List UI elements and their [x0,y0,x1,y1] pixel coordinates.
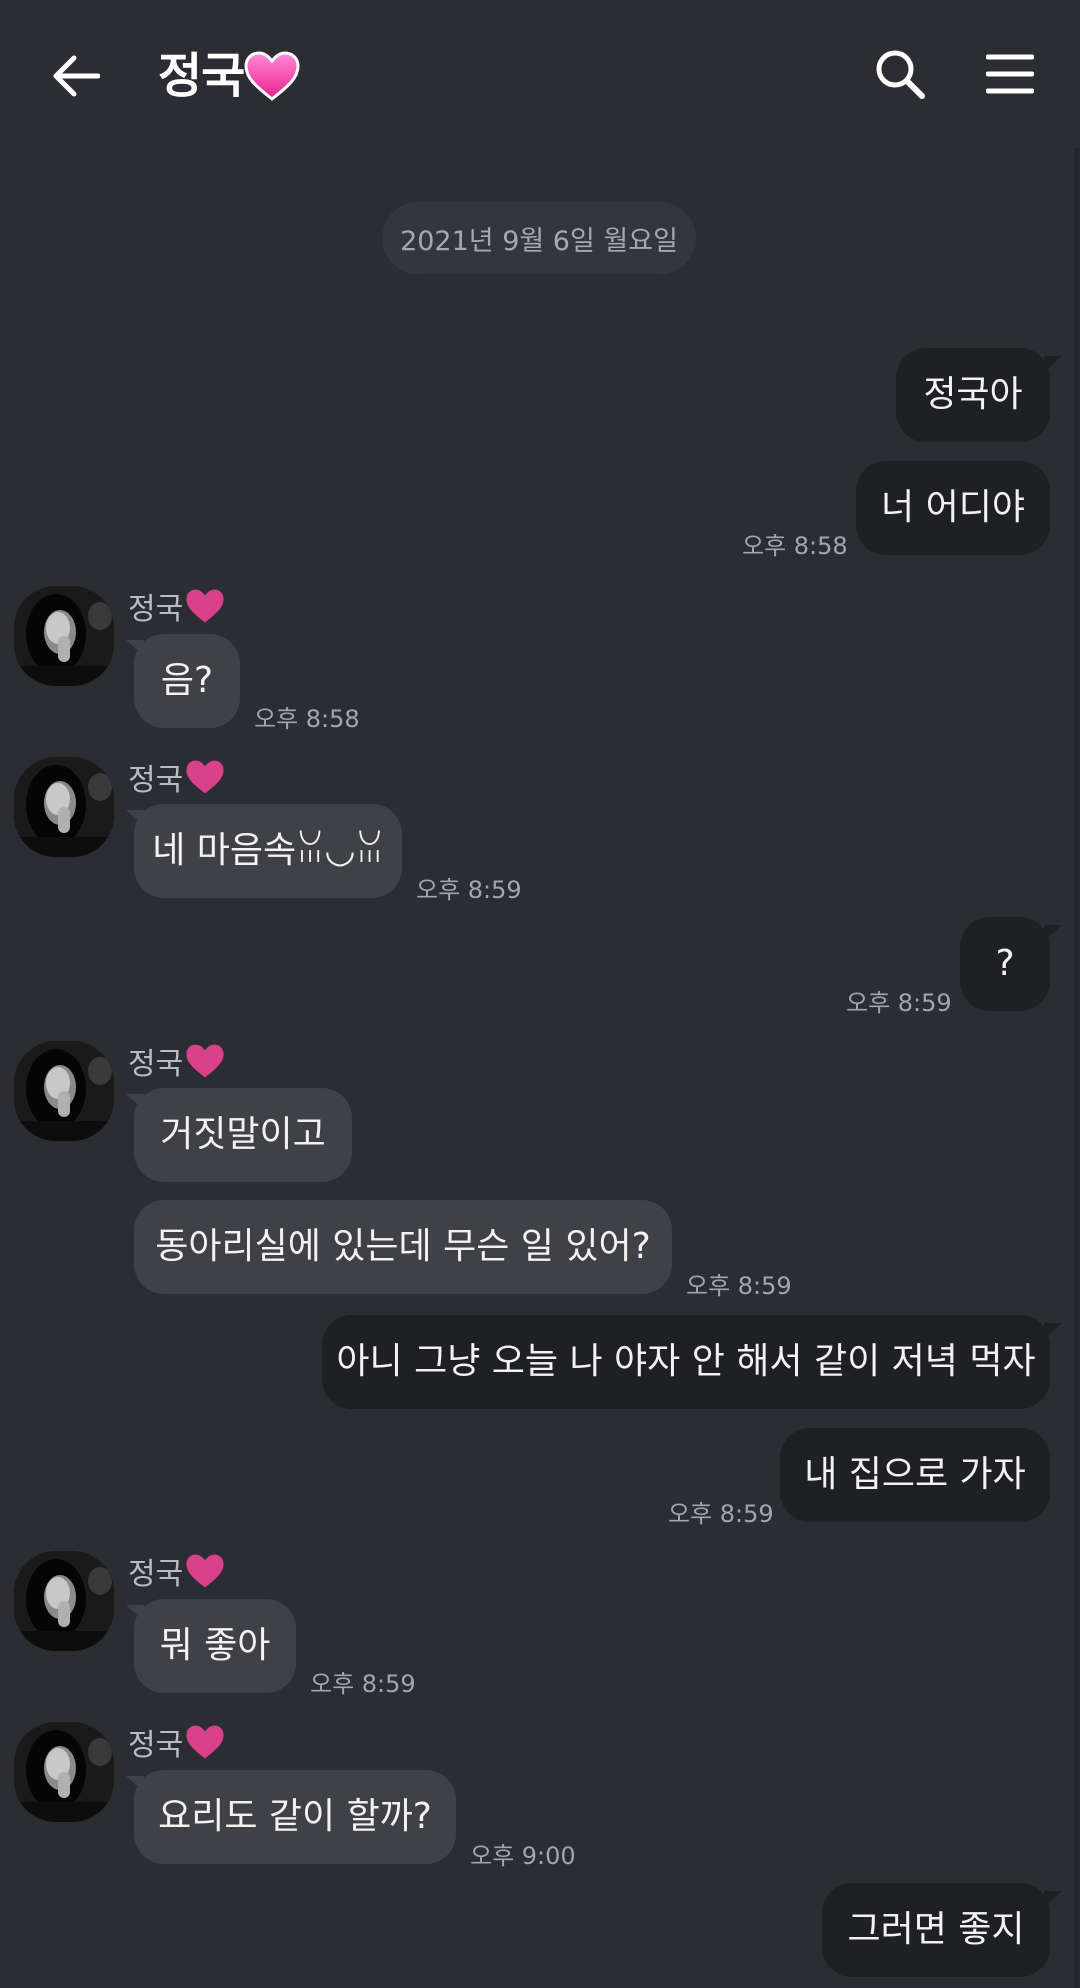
message-time: 오후 9:00 [470,1842,576,1870]
message-time: 오후 8:59 [416,876,522,904]
message-time: 오후 8:59 [846,989,952,1017]
bubble-tail [126,1605,144,1621]
scrollbar[interactable] [1074,148,1080,1988]
sender-name: 정국 [128,584,225,628]
avatar[interactable] [14,1551,114,1651]
chat-title: 정국 [158,44,300,108]
heart-icon [186,589,224,623]
their-message-bubble[interactable]: 거짓말이고 [134,1088,352,1182]
my-message-bubble[interactable]: 그러면 좋지 [822,1883,1050,1977]
sender-name-text: 정국 [128,1728,184,1763]
message-time: 오후 8:59 [310,1670,416,1698]
message-time: 오후 8:59 [668,1500,774,1528]
my-message-bubble[interactable]: 아니 그냥 오늘 나 야자 안 해서 같이 저녁 먹자 [322,1315,1050,1409]
avatar-photo [14,1722,114,1822]
avatar-photo [14,1551,114,1651]
back-button[interactable] [44,44,108,108]
avatar[interactable] [14,757,114,857]
hamburger-menu-icon [986,54,1034,94]
my-message-bubble[interactable]: ? [960,917,1050,1011]
chat-screen: 정국 2021년 9월 6일 월요일 정국아 너 어디야 오후 8:58 정국 … [0,0,1080,1988]
their-message-bubble[interactable]: 뭐 좋아 [134,1599,296,1693]
sender-name-text: 정국 [128,1047,184,1082]
sender-name-text: 정국 [128,763,184,798]
sender-name: 정국 [128,1039,225,1083]
avatar-photo [14,586,114,686]
their-message-bubble[interactable]: 네 마음속ꈍ◡ꈍ [134,804,402,898]
search-button[interactable] [868,42,932,106]
date-divider: 2021년 9월 6일 월요일 [382,202,696,274]
chat-header: 정국 [0,0,1080,150]
their-message-bubble[interactable]: 동아리실에 있는데 무슨 일 있어? [134,1200,672,1294]
heart-icon [186,760,224,794]
message-time: 오후 8:59 [686,1272,792,1300]
heart-icon [186,1044,224,1078]
bubble-tail [126,810,144,826]
my-message-bubble[interactable]: 내 집으로 가자 [780,1428,1050,1522]
sender-name: 정국 [128,755,225,799]
sender-name: 정국 [128,1549,225,1593]
message-time: 오후 8:58 [254,705,360,733]
bubble-tail [126,1776,144,1792]
bubble-tail [1044,356,1062,372]
pink-heart-icon [244,51,300,101]
bubble-tail [1044,925,1062,941]
avatar[interactable] [14,1041,114,1141]
bubble-tail [1044,1891,1062,1907]
avatar-photo [14,1041,114,1141]
sender-name-text: 정국 [128,592,184,627]
heart-icon [186,1554,224,1588]
bubble-tail [1044,1323,1062,1339]
search-icon [876,50,925,99]
menu-button[interactable] [978,42,1042,106]
heart-icon [186,1725,224,1759]
avatar[interactable] [14,1722,114,1822]
arrow-left-icon [53,55,100,97]
avatar[interactable] [14,586,114,686]
my-message-bubble[interactable]: 너 어디야 [856,461,1050,555]
sender-name: 정국 [128,1720,225,1764]
sender-name-text: 정국 [128,1557,184,1592]
bubble-tail [126,1094,144,1110]
bubble-tail [126,640,144,656]
their-message-bubble[interactable]: 요리도 같이 할까? [134,1770,456,1864]
avatar-photo [14,757,114,857]
my-message-bubble[interactable]: 정국아 [896,348,1050,442]
their-message-bubble[interactable]: 음? [134,634,240,728]
chat-title-text: 정국 [158,48,245,104]
message-time: 오후 8:58 [742,532,848,560]
